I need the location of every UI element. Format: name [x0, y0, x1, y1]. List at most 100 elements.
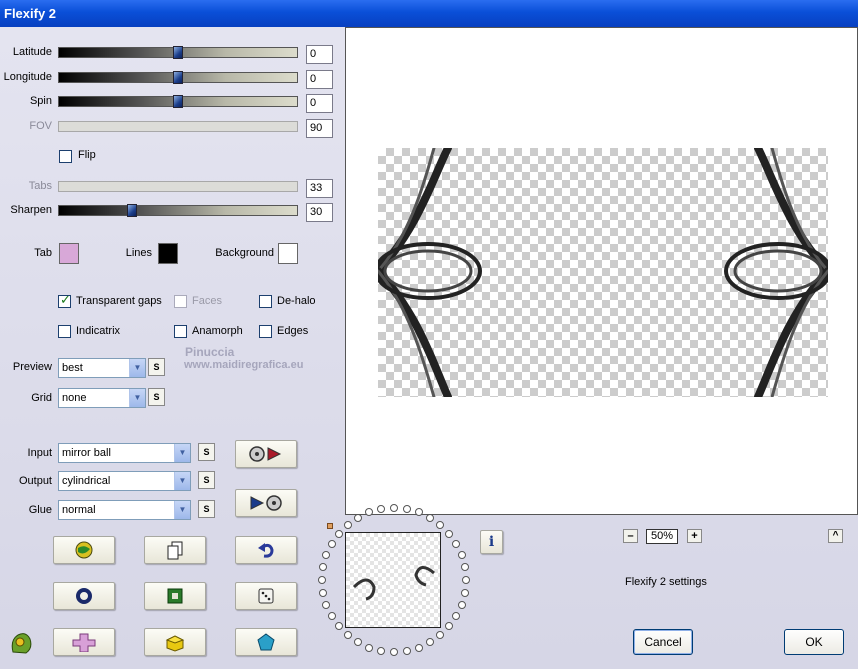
navigator-dot[interactable] — [426, 638, 434, 647]
navigator-dot[interactable] — [365, 508, 374, 517]
longitude-slider[interactable] — [58, 71, 298, 84]
navigator-dot[interactable] — [402, 505, 411, 514]
square-frame-icon — [167, 588, 183, 604]
ok-button[interactable]: OK — [784, 629, 844, 655]
indicatrix-checkbox[interactable] — [58, 325, 71, 338]
navigator-dot[interactable] — [390, 504, 398, 512]
longitude-thumb[interactable] — [173, 71, 183, 84]
navigator-dot[interactable] — [460, 588, 469, 597]
collapse-button[interactable]: ^ — [828, 529, 843, 543]
dialog-client: Latitude 0 Longitude 0 Spin 0 FOV 90 Fli… — [0, 27, 858, 669]
navigator-dot[interactable] — [414, 643, 423, 652]
background-color-swatch[interactable] — [278, 243, 298, 264]
navigator-dot[interactable] — [343, 520, 352, 529]
thumbnail-view[interactable] — [345, 532, 441, 628]
tab-color-swatch[interactable] — [59, 243, 79, 264]
navigator-dot[interactable] — [327, 540, 336, 548]
ring-button[interactable] — [53, 582, 115, 610]
zoom-out-button[interactable]: – — [623, 529, 638, 543]
output-save-button[interactable]: S — [198, 471, 215, 489]
longitude-value[interactable]: 0 — [306, 70, 333, 89]
navigator-dot[interactable] — [377, 646, 386, 655]
navigator-handle[interactable] — [327, 523, 333, 529]
square-frame-button[interactable] — [144, 582, 206, 610]
cross-shape-icon — [72, 633, 96, 652]
spin-value[interactable]: 0 — [306, 94, 333, 113]
random-dice-button[interactable] — [235, 582, 297, 610]
background-color-label: Background — [215, 247, 274, 259]
indicatrix-label: Indicatrix — [76, 325, 121, 337]
cube-icon — [165, 635, 185, 652]
navigator-dot[interactable] — [327, 612, 336, 620]
navigator-dot[interactable] — [402, 646, 411, 655]
navigator-dot[interactable] — [460, 563, 469, 572]
cross-shape-button[interactable] — [53, 628, 115, 656]
sharpen-value[interactable]: 30 — [306, 203, 333, 222]
spin-slider[interactable] — [58, 95, 298, 108]
sharpen-thumb[interactable] — [127, 204, 137, 217]
info-button[interactable]: i — [480, 530, 503, 554]
transparent-gaps-checkbox[interactable] — [58, 293, 71, 308]
navigator-dot[interactable] — [322, 600, 331, 609]
navigator-dot[interactable] — [365, 643, 374, 652]
navigator-dot[interactable] — [436, 520, 445, 529]
grid-save-button[interactable]: S — [148, 388, 165, 406]
latitude-value[interactable]: 0 — [306, 45, 333, 64]
navigator-dot[interactable] — [457, 600, 466, 609]
navigator-dot[interactable] — [334, 622, 343, 631]
fov-label: FOV — [29, 120, 52, 132]
input-save-button[interactable]: S — [198, 443, 215, 461]
spin-thumb[interactable] — [173, 95, 183, 108]
cancel-button[interactable]: Cancel — [633, 629, 693, 655]
navigator-dot[interactable] — [445, 529, 454, 538]
navigator-dot[interactable] — [436, 631, 445, 640]
chevron-down-icon[interactable]: ▼ — [129, 389, 145, 407]
tab-color-label: Tab — [34, 247, 52, 259]
navigator-dot[interactable] — [319, 588, 328, 597]
copy-button[interactable] — [144, 536, 206, 564]
randomize-all-button[interactable] — [53, 536, 115, 564]
preview-label: Preview — [12, 361, 52, 373]
chevron-down-icon[interactable]: ▼ — [174, 501, 190, 519]
output-select[interactable]: cylindrical ▼ — [58, 471, 191, 491]
undo-button[interactable] — [235, 536, 297, 564]
latitude-slider[interactable] — [58, 46, 298, 59]
input-select-value: mirror ball — [62, 447, 111, 459]
zoom-in-button[interactable]: + — [687, 529, 702, 543]
glue-save-button[interactable]: S — [198, 500, 215, 518]
navigator-dot[interactable] — [452, 612, 461, 620]
input-select[interactable]: mirror ball ▼ — [58, 443, 191, 463]
navigator-dot[interactable] — [354, 638, 362, 647]
glue-select[interactable]: normal ▼ — [58, 500, 191, 520]
latitude-thumb[interactable] — [173, 46, 183, 59]
convert-input-to-output-button[interactable] — [235, 440, 297, 468]
zoom-level: 50% — [646, 529, 678, 544]
navigator-dot[interactable] — [462, 576, 470, 584]
edges-checkbox[interactable] — [259, 325, 272, 338]
navigator-dot[interactable] — [318, 576, 326, 584]
lines-color-swatch[interactable] — [158, 243, 178, 264]
navigator-dot[interactable] — [426, 513, 434, 522]
chevron-down-icon[interactable]: ▼ — [174, 472, 190, 490]
convert-output-to-input-button[interactable] — [235, 489, 297, 517]
grid-select[interactable]: none ▼ — [58, 388, 146, 408]
flip-checkbox[interactable] — [59, 150, 72, 163]
sharpen-slider[interactable] — [58, 204, 298, 217]
preview-pane[interactable] — [345, 27, 858, 515]
navigator-dot[interactable] — [354, 513, 362, 522]
navigator-dot[interactable] — [445, 622, 454, 631]
anamorph-checkbox[interactable] — [174, 325, 187, 338]
navigator-dot[interactable] — [319, 563, 328, 572]
navigator-dot[interactable] — [334, 529, 343, 538]
navigator-dot[interactable] — [390, 648, 398, 656]
pentagon-button[interactable] — [235, 628, 297, 656]
navigator-dot[interactable] — [452, 540, 461, 548]
navigator-dot[interactable] — [343, 631, 352, 640]
cube-button[interactable] — [144, 628, 206, 656]
navigator-dot[interactable] — [322, 551, 331, 560]
navigator-dot[interactable] — [457, 551, 466, 560]
navigator-dot[interactable] — [414, 508, 423, 517]
tabs-slider — [58, 181, 298, 192]
chevron-down-icon[interactable]: ▼ — [174, 444, 190, 462]
de-halo-checkbox[interactable] — [259, 295, 272, 308]
